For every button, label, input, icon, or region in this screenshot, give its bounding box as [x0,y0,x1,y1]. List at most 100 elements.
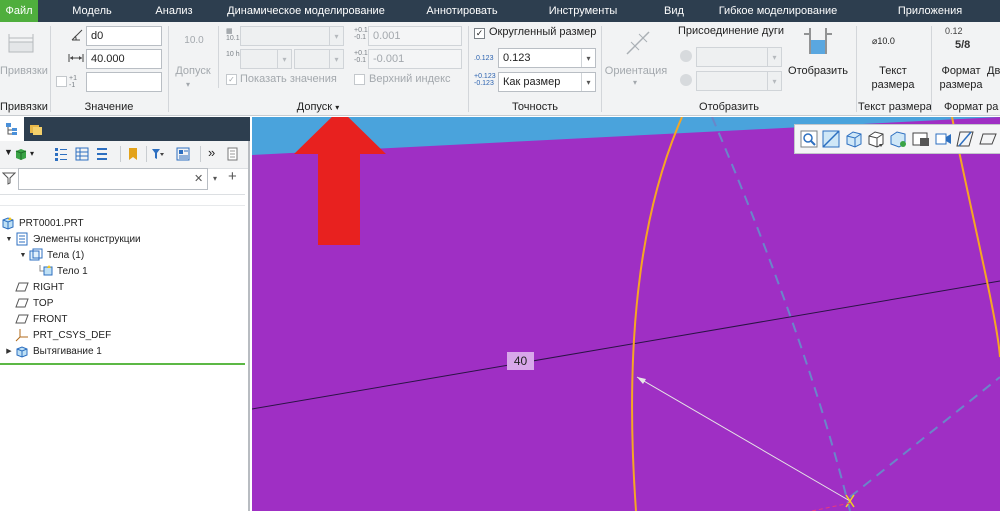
dual-dimension-label[interactable]: Дв [987,64,1000,78]
show-menu-icon[interactable]: ▼ [4,147,13,157]
group-separator [931,26,932,112]
show-values-checkbox[interactable]: ✓ [226,74,237,85]
part-dropdown-arrow[interactable]: ▾ [30,149,34,158]
menu-flexible-modeling[interactable]: Гибкое моделирование [696,0,860,22]
tolerance-button-icon[interactable]: 10.0 [180,35,208,46]
dimension-format-label-2[interactable]: размера [936,78,986,92]
menu-annotate[interactable]: Аннотировать [410,0,514,22]
more-tools-icon[interactable]: » [208,145,215,160]
extrude-icon [14,344,30,358]
snaps-icon[interactable] [6,30,36,56]
value-extra-field[interactable] [86,72,162,92]
upper-tolerance-field[interactable]: 0.001 [368,26,462,46]
dimension-format-label-1[interactable]: Формат [936,64,986,78]
display-group-label: Отобразить [699,101,759,113]
toolbar-separator [120,146,121,162]
decimals-icon: .0.123 [474,55,494,62]
tolerance-format-combo[interactable]: Как размер ▾ [498,72,596,92]
tree-view-icon[interactable] [176,147,190,161]
tree-item-body-1[interactable]: Тело 1 [38,263,88,279]
tolerance-grade-combo[interactable]: ▾ [294,49,344,69]
tree-item-csys[interactable]: PRT_CSYS_DEF [14,327,111,343]
menu-model[interactable]: Модель [38,0,146,22]
menu-dynamic-modeling[interactable]: Динамическое моделирование [202,0,410,22]
tree-export-icon[interactable] [226,147,240,161]
tree-settings-icon[interactable] [95,147,109,161]
view-manager-icon[interactable] [911,127,931,151]
bookmark-icon[interactable] [126,147,140,161]
tree-item-part[interactable]: PRT0001.PRT [0,215,84,231]
model-tree-tab[interactable] [0,117,24,141]
snaps-button-label[interactable]: Привязки [0,64,48,78]
orientation-icon[interactable] [621,28,655,58]
tolerance-class-combo[interactable]: ▾ [240,49,292,69]
menu-view[interactable]: Вид [652,0,696,22]
tree-filter-icon[interactable] [151,147,165,161]
dimension-value-field[interactable]: 40.000 [86,49,162,69]
tolerance-button-label[interactable]: Допуск [170,64,216,78]
filter-divider [0,194,245,195]
tree-filter-list-icon[interactable] [54,147,68,161]
group-separator [168,26,169,112]
lower-tolerance-field[interactable]: -0.001 [368,49,462,69]
arc-join-combo-2[interactable]: ▾ [696,71,782,91]
tree-item-right-plane[interactable]: RIGHT [14,279,64,295]
dimension-format-icon-top[interactable]: 0.12 [945,26,963,36]
orientation-label[interactable]: Ориентация [603,64,669,78]
folder-browser-tab[interactable] [24,117,48,141]
menu-bar: Файл Модель Анализ Динамическое моделиро… [0,0,1000,22]
dimension-text-label-2[interactable]: размера [858,78,928,92]
filter-options-arrow[interactable]: ▾ [213,174,217,183]
zoom-window-icon[interactable] [821,127,841,151]
decimals-combo[interactable]: 0.123 ▾ [498,48,596,68]
tree-item-label: Элементы конструкции [33,233,141,245]
annotation-display-icon[interactable] [978,127,998,151]
orientation-arrow[interactable]: ▾ [633,78,637,87]
menu-file[interactable]: Файл [0,0,38,22]
rounded-dimension-checkbox[interactable]: ✓ [474,28,485,39]
tree-item-bodies[interactable]: ▼ Тела (1) [18,247,84,263]
perspective-icon[interactable] [933,127,953,151]
menu-tools[interactable]: Инструменты [514,0,652,22]
tree-item-design-elements[interactable]: ▼ Элементы конструкции [4,231,141,247]
datum-display-icon[interactable] [955,127,975,151]
graphics-viewport[interactable]: 40 [252,117,1000,511]
dimension-name-field[interactable]: d0 [86,26,162,46]
tolerance-button-arrow[interactable]: ▾ [186,80,190,89]
value-extra-checkbox[interactable] [56,76,67,87]
clear-filter-icon[interactable]: ✕ [194,172,203,185]
dimension-format-icon-bottom[interactable]: 5/8 [955,39,970,51]
saved-views-icon[interactable] [888,127,908,151]
refit-icon[interactable] [844,127,864,151]
upper-tolerance-icon: +0.1 -0.1 [354,27,368,41]
menu-analysis[interactable]: Анализ [146,0,202,22]
tree-filter-input[interactable] [18,168,208,190]
tolerance-table-combo[interactable]: ▾ [240,26,344,46]
insert-here-marker[interactable] [0,363,245,365]
display-style-icon[interactable] [866,127,886,151]
display-show-icon[interactable] [801,26,835,56]
expand-arrow-icon[interactable]: ▼ [18,252,28,259]
tolerance-group-label[interactable]: Допуск ▾ [170,101,466,113]
group-separator [601,26,602,112]
dimension-text-icon[interactable]: ⌀10.0 [872,36,895,47]
arc-join-radio-2[interactable] [680,74,692,86]
menu-applications[interactable]: Приложения [860,0,1000,22]
tree-item-top-plane[interactable]: TOP [14,295,53,311]
tree-item-extrude-1[interactable]: ▶ Вытягивание 1 [4,343,102,359]
upper-index-checkbox[interactable] [354,74,365,85]
arc-join-combo-1[interactable]: ▾ [696,47,782,67]
tree-columns-icon[interactable] [75,147,89,161]
display-show-label[interactable]: Отобразить [783,64,853,78]
collapse-arrow-icon[interactable]: ▶ [4,347,14,355]
arc-join-radio-1[interactable] [680,50,692,62]
zoom-fit-icon[interactable] [799,127,819,151]
add-filter-icon[interactable]: + [228,168,237,185]
dimension-text-label-1[interactable]: Текст [858,64,928,78]
dimension-value-label[interactable]: 40 [507,352,534,370]
expand-arrow-icon[interactable]: ▼ [4,236,14,243]
dimension-name-icon [70,28,84,42]
tree-item-front-plane[interactable]: FRONT [14,311,67,327]
part-icon[interactable] [14,147,28,161]
display-group: Ориентация ▾ Присоединение дуги ▾ ▾ Отоб… [603,22,855,116]
